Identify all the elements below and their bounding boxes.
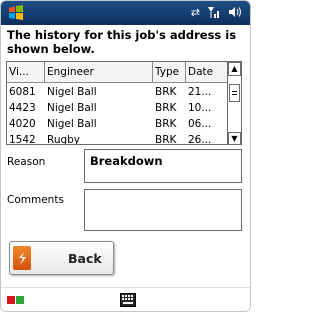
speaker-icon[interactable]	[228, 5, 242, 21]
table-cell: Rugby	[47, 134, 81, 145]
table-row[interactable]: 4423 Nigel Ball BRK 10...	[7, 100, 229, 117]
table-cell: 26...	[188, 134, 212, 145]
table-cell: Nigel Ball	[47, 102, 97, 114]
table-cell: BRK	[155, 134, 177, 145]
table-cell: 1542	[9, 134, 36, 145]
signal-icon[interactable]	[207, 5, 221, 21]
table-cell: BRK	[155, 86, 177, 98]
table-cell: 4020	[9, 118, 36, 130]
table-header: Vi... Engineer Type Date	[7, 62, 229, 83]
column-header-engineer[interactable]: Engineer	[45, 62, 153, 83]
table-cell: 21...	[188, 86, 212, 98]
reason-label: Reason	[7, 156, 46, 168]
status-bar: ⇄	[1, 1, 250, 25]
history-table[interactable]: Vi... Engineer Type Date 6081 Nigel Ball…	[6, 61, 242, 145]
table-cell: 6081	[9, 86, 36, 98]
table-cell: Nigel Ball	[47, 86, 97, 98]
table-cell: 4423	[9, 102, 36, 114]
status-squares-icon	[16, 296, 24, 304]
table-cell: BRK	[155, 118, 177, 130]
windows-flag-icon[interactable]	[7, 4, 25, 22]
bottom-bar	[1, 287, 250, 311]
column-header-date[interactable]: Date	[186, 62, 229, 83]
table-row[interactable]: 6081 Nigel Ball BRK 21...	[7, 84, 229, 101]
comments-field[interactable]	[84, 189, 242, 231]
comments-label: Comments	[7, 194, 64, 206]
back-button-label: Back	[68, 251, 102, 266]
back-button[interactable]: Back	[9, 241, 114, 275]
back-arrow-icon	[13, 246, 31, 270]
table-row[interactable]: 1542 Rugby BRK 26...	[7, 132, 229, 145]
scroll-thumb[interactable]	[229, 84, 240, 102]
table-cell: 06...	[188, 118, 212, 130]
status-squares-icon	[7, 296, 15, 304]
page-heading: The history for this job's address is sh…	[7, 28, 237, 56]
table-cell: Nigel Ball	[47, 118, 97, 130]
reason-field[interactable]: Breakdown	[84, 149, 242, 183]
sync-arrows-icon[interactable]: ⇄	[191, 5, 200, 21]
table-cell: BRK	[155, 102, 177, 114]
column-header-type[interactable]: Type	[153, 62, 186, 83]
column-header-visit[interactable]: Vi...	[7, 62, 45, 83]
table-scrollbar[interactable]: ▲ ▼	[227, 62, 241, 144]
table-row[interactable]: 4020 Nigel Ball BRK 06...	[7, 116, 229, 133]
app-window: ⇄ The history for this job's address is …	[0, 0, 251, 312]
keyboard-icon[interactable]	[120, 293, 136, 307]
scroll-up-button[interactable]: ▲	[228, 62, 241, 76]
table-cell: 10...	[188, 102, 212, 114]
scroll-down-button[interactable]: ▼	[228, 132, 241, 144]
